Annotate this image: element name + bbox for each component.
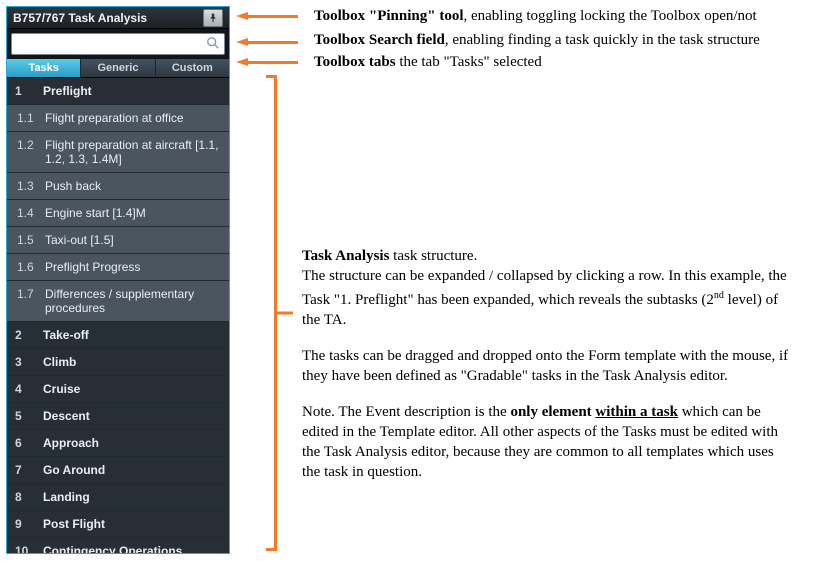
toolbox-panel: B757/767 Task Analysis TasksGenericCusto… — [6, 6, 230, 554]
task-label: Differences / supplementary procedures — [45, 287, 221, 315]
task-row-sub[interactable]: 1.3 Push back — [7, 173, 229, 200]
annotation-text: , enabling finding a task quickly in the… — [445, 32, 760, 48]
callout-arrow — [236, 12, 248, 20]
annotation-tabs: Toolbox tabs the tab "Tasks" selected — [314, 52, 804, 72]
task-number: 2 — [15, 328, 37, 342]
callout-arrow — [236, 38, 248, 46]
annotation-text: task structure. — [389, 248, 477, 264]
annotation-text: Toolbox tabs — [314, 54, 396, 70]
task-label: Taxi-out [1.5] — [45, 233, 114, 247]
task-row-sub[interactable]: 1.7 Differences / supplementary procedure… — [7, 281, 229, 322]
task-label: Flight preparation at office — [45, 111, 184, 125]
callout-arrow — [236, 58, 248, 66]
annotation-text: The tasks can be dragged and dropped ont… — [302, 346, 792, 386]
task-row-top[interactable]: 5 Descent — [7, 403, 229, 430]
task-label: Descent — [43, 409, 90, 423]
task-row-sub[interactable]: 1.2 Flight preparation at aircraft [1.1, … — [7, 132, 229, 173]
task-label: Approach — [43, 436, 99, 450]
task-number: 1 — [15, 84, 37, 98]
task-row-top[interactable]: 1 Preflight — [7, 78, 229, 105]
task-number: 8 — [15, 490, 37, 504]
search-input[interactable] — [16, 34, 202, 54]
annotation-text: Task Analysis — [302, 248, 389, 264]
annotation-pin: Toolbox "Pinning" tool, enabling togglin… — [314, 6, 804, 26]
task-label: Engine start [1.4]M — [45, 206, 146, 220]
task-number: 6 — [15, 436, 37, 450]
task-row-sub[interactable]: 1.4 Engine start [1.4]M — [7, 200, 229, 227]
task-label: Climb — [43, 355, 76, 369]
annotation-text: Toolbox "Pinning" tool — [314, 8, 463, 24]
task-row-top[interactable]: 9 Post Flight — [7, 511, 229, 538]
search-row — [7, 29, 229, 59]
task-label: Take-off — [43, 328, 89, 342]
toolbox-tabs: TasksGenericCustom — [7, 59, 229, 78]
task-number: 5 — [15, 409, 37, 423]
search-wrap — [11, 33, 225, 55]
tab-tasks[interactable]: Tasks — [7, 59, 81, 77]
task-number: 4 — [15, 382, 37, 396]
annotation-text: , enabling toggling locking the Toolbox … — [463, 8, 756, 24]
task-label: Preflight — [43, 84, 92, 98]
annotation-search: Toolbox Search field, enabling finding a… — [314, 30, 804, 50]
annotation-text: only element — [510, 404, 595, 420]
task-row-top[interactable]: 3 Climb — [7, 349, 229, 376]
task-number: 1.7 — [17, 287, 39, 301]
task-number: 1.6 — [17, 260, 39, 274]
task-label: Push back — [45, 179, 101, 193]
annotation-text: Toolbox Search field — [314, 32, 445, 48]
annotation-text: the tab "Tasks" selected — [396, 54, 542, 70]
task-number: 7 — [15, 463, 37, 477]
annotation-text: The structure can be expanded / collapse… — [302, 268, 787, 308]
callout-bracket — [266, 75, 280, 551]
task-label: Go Around — [43, 463, 105, 477]
task-label: Cruise — [43, 382, 80, 396]
task-row-sub[interactable]: 1.6 Preflight Progress — [7, 254, 229, 281]
task-row-top[interactable]: 4 Cruise — [7, 376, 229, 403]
task-row-top[interactable]: 10 Contingency Operations — [7, 538, 229, 553]
toolbox-header: B757/767 Task Analysis — [7, 7, 229, 29]
task-number: 3 — [15, 355, 37, 369]
toolbox-title: B757/767 Task Analysis — [13, 11, 147, 25]
annotation-sup: nd — [714, 290, 724, 301]
task-label: Preflight Progress — [45, 260, 140, 274]
task-number: 1.2 — [17, 138, 39, 152]
task-number: 1.5 — [17, 233, 39, 247]
task-label: Landing — [43, 490, 90, 504]
pin-icon — [208, 13, 218, 23]
task-row-sub[interactable]: 1.1 Flight preparation at office — [7, 105, 229, 132]
tab-generic[interactable]: Generic — [81, 59, 155, 77]
task-number: 9 — [15, 517, 37, 531]
task-list: 1 Preflight 1.1 Flight preparation at offic… — [7, 78, 229, 553]
annotation-text: Note. The Event description is the — [302, 404, 510, 420]
annotation-text: within a task — [595, 404, 678, 420]
task-number: 1.1 — [17, 111, 39, 125]
pin-button[interactable] — [203, 9, 223, 27]
task-label: Post Flight — [43, 517, 105, 531]
task-label: Contingency Operations — [43, 544, 182, 553]
task-number: 1.4 — [17, 206, 39, 220]
tab-custom[interactable]: Custom — [156, 59, 229, 77]
search-icon — [206, 36, 220, 50]
task-row-top[interactable]: 8 Landing — [7, 484, 229, 511]
task-row-top[interactable]: 2 Take-off — [7, 322, 229, 349]
task-label: Flight preparation at aircraft [1.1, 1.2… — [45, 138, 221, 166]
annotation-structure: Task Analysis task structure. The struct… — [302, 246, 792, 482]
task-row-sub[interactable]: 1.5 Taxi-out [1.5] — [7, 227, 229, 254]
task-row-top[interactable]: 6 Approach — [7, 430, 229, 457]
task-number: 10 — [15, 544, 37, 553]
task-row-top[interactable]: 7 Go Around — [7, 457, 229, 484]
task-number: 1.3 — [17, 179, 39, 193]
